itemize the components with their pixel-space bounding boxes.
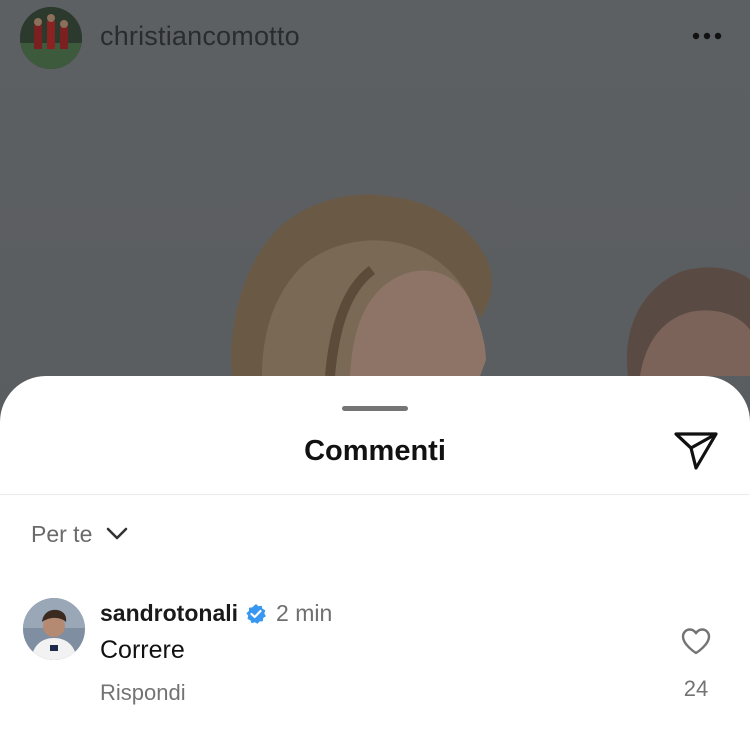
sort-label: Per te <box>31 520 93 547</box>
chevron-down-icon <box>107 527 128 540</box>
commenter-username[interactable]: sandrotonali <box>100 600 238 627</box>
comment-header: sandrotonali 2 min <box>100 600 332 627</box>
post-author-username[interactable]: christiancomotto <box>100 21 300 52</box>
sort-dropdown[interactable]: Per te <box>31 519 128 549</box>
send-icon[interactable] <box>672 430 720 472</box>
comment-timestamp: 2 min <box>276 600 333 626</box>
comment-item: sandrotonali 2 min Correre Rispondi 24 <box>0 596 750 716</box>
reply-button[interactable]: Rispondi <box>100 680 186 706</box>
heart-icon[interactable] <box>680 626 712 656</box>
more-horizontal-icon[interactable] <box>690 24 724 48</box>
post-header: christiancomotto <box>0 0 750 72</box>
sheet-title: Commenti <box>304 435 446 467</box>
like-count: 24 <box>683 676 709 701</box>
sheet-divider <box>0 494 750 495</box>
commenter-avatar[interactable] <box>23 598 85 660</box>
sheet-drag-handle[interactable] <box>342 406 408 411</box>
profile-avatar-icon[interactable] <box>20 7 82 69</box>
comments-sheet: Commenti Per te sandrotonali 2 min Corre… <box>0 376 750 742</box>
verified-badge-icon <box>246 603 266 624</box>
comment-text: Correre <box>100 636 185 664</box>
